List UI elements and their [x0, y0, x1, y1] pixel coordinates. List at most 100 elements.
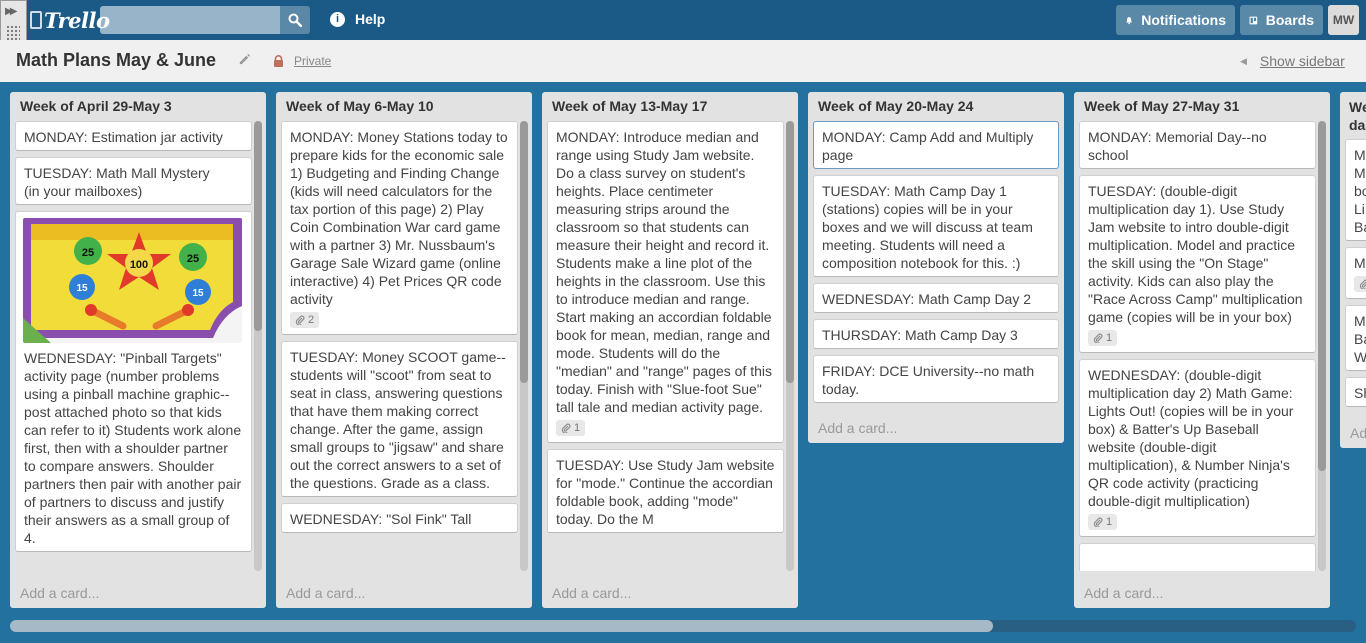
- list: Week of May 27-May 31 MONDAY: Memorial D…: [1074, 92, 1330, 608]
- add-card-link[interactable]: Add a card...: [1084, 585, 1163, 601]
- card-text: TUESDAY: Math Camp Day 1 (stations) copi…: [822, 183, 1037, 271]
- trello-logo[interactable]: Trello: [30, 5, 110, 35]
- list-card[interactable]: MONDAY: Introduce median and range using…: [547, 121, 784, 443]
- list: Week of May 6-May 10 MONDAY: Money Stati…: [276, 92, 532, 608]
- trello-logo-icon: [30, 11, 42, 29]
- list-card[interactable]: THURSDAY: Math Camp Day 3: [813, 319, 1059, 349]
- attachment-badge: 1: [1088, 330, 1118, 346]
- search-icon: [288, 13, 302, 27]
- list-scrollbar[interactable]: [520, 121, 528, 571]
- list-scrollbar[interactable]: [1318, 121, 1326, 571]
- list-title[interactable]: Week of May 20-May 24: [818, 98, 973, 114]
- list-card[interactable]: FRIDAY: DCE University--no math today.: [813, 355, 1059, 403]
- card-cover-image: 25 100 25 15 15: [23, 218, 242, 343]
- attachment-badge: 1: [1354, 276, 1366, 292]
- list-card[interactable]: TUESDAY: Money SCOOT game--students will…: [281, 341, 518, 497]
- list-card[interactable]: MONDAY: Money Stations today to prepare …: [281, 121, 518, 335]
- show-sidebar-link[interactable]: ◀ Show sidebar: [1240, 53, 1345, 69]
- list-card[interactable]: MONDAY: Memorial Day--no school: [1079, 121, 1316, 169]
- list-scrollbar-thumb[interactable]: [254, 121, 262, 331]
- card-text: MONDAY: Camp Add and Multiply page: [822, 129, 1038, 163]
- attachment-count: 1: [574, 422, 581, 434]
- list-cards: MONDAY: Money Stations today to prepare …: [281, 121, 518, 571]
- board-header: Math Plans May & June Private ◀ Show sid…: [0, 40, 1366, 82]
- attachment-count: 1: [1106, 516, 1113, 528]
- card-text: WEDNESDAY: "Sol Fink" Tall: [290, 511, 472, 527]
- double-chevron-right-icon: ▶▶: [5, 6, 18, 17]
- target-label: 15: [76, 283, 88, 294]
- list-cards: MONDAY: Introduce median and range using…: [547, 121, 784, 571]
- board-title[interactable]: Math Plans May & June: [16, 50, 216, 71]
- show-sidebar-label: Show sidebar: [1259, 53, 1345, 69]
- list-card[interactable]: WEDNESDAY: (double-digit multiplication …: [1079, 359, 1316, 537]
- triangle-left-icon: ◀: [1240, 55, 1247, 66]
- card-text: MONDAY: Estimation jar activity: [24, 129, 223, 145]
- list-card[interactable]: MONDAY: Camp Add and Multiply page: [813, 121, 1059, 169]
- list-scrollbar-thumb[interactable]: [786, 121, 794, 383]
- paperclip-icon: [1093, 333, 1103, 343]
- attachment-badge: 2: [290, 312, 320, 328]
- list-title[interactable]: We da: [1349, 98, 1366, 134]
- add-card-link[interactable]: Add a card...: [818, 420, 897, 436]
- add-card-link[interactable]: Ad: [1350, 425, 1366, 441]
- search-input[interactable]: [100, 6, 280, 34]
- boards-button[interactable]: Boards: [1240, 5, 1323, 35]
- bell-icon: [1126, 16, 1132, 24]
- avatar[interactable]: MW: [1328, 5, 1359, 35]
- list-scrollbar-thumb[interactable]: [1318, 121, 1326, 471]
- list-title[interactable]: Week of May 13-May 17: [552, 98, 707, 114]
- list-card[interactable]: WEDNESDAY: Math Camp Day 2: [813, 283, 1059, 313]
- list-card[interactable]: [1079, 543, 1316, 571]
- pencil-icon[interactable]: [238, 53, 251, 66]
- add-card-link[interactable]: Add a card...: [20, 585, 99, 601]
- top-header: Trello i Help Notifications Boards MW: [0, 0, 1366, 40]
- list-scrollbar[interactable]: [254, 121, 262, 571]
- list: Week of May 13-May 17 MONDAY: Introduce …: [542, 92, 798, 608]
- boards-label: Boards: [1265, 12, 1314, 28]
- list-card[interactable]: TUESDAY: (double-digit multiplication da…: [1079, 175, 1316, 353]
- search-button[interactable]: [280, 6, 310, 34]
- attachment-count: 1: [1106, 332, 1113, 344]
- list: We da M M bo Li Ba M 1 M Ba W Sh Ad: [1340, 92, 1366, 448]
- list-title[interactable]: Week of April 29-May 3: [20, 98, 172, 114]
- list-cards: MONDAY: Camp Add and Multiply page TUESD…: [813, 121, 1059, 411]
- card-text: M M bo Li Ba: [1354, 147, 1366, 235]
- paperclip-icon: [1359, 279, 1366, 289]
- list-cards: MONDAY: Memorial Day--no school TUESDAY:…: [1079, 121, 1316, 571]
- list-card[interactable]: M M bo Li Ba: [1345, 139, 1366, 241]
- add-card-link[interactable]: Add a card...: [286, 585, 365, 601]
- list-card[interactable]: TUESDAY: Math Mall Mystery (in your mail…: [15, 157, 252, 205]
- list-card[interactable]: WEDNESDAY: "Sol Fink" Tall: [281, 503, 518, 533]
- target-label: 15: [192, 288, 204, 299]
- card-text: TUESDAY: Math Mall Mystery (in your mail…: [24, 165, 210, 199]
- card-text: MONDAY: Introduce median and range using…: [556, 129, 776, 415]
- card-text: M Ba W: [1354, 313, 1366, 365]
- notifications-button[interactable]: Notifications: [1116, 5, 1235, 35]
- card-text: TUESDAY: Use Study Jam website for "mode…: [556, 457, 779, 527]
- drag-grip-icon: [6, 25, 20, 41]
- list: Week of April 29-May 3 MONDAY: Estimatio…: [10, 92, 266, 608]
- board-scrollbar-thumb[interactable]: [10, 620, 993, 632]
- card-text: WEDNESDAY: "Pinball Targets" activity pa…: [24, 350, 246, 546]
- list-card[interactable]: Sh: [1345, 377, 1366, 407]
- list-scrollbar[interactable]: [786, 121, 794, 571]
- pinball-targets-image: 25 100 25 15 15: [23, 218, 242, 343]
- list-card[interactable]: 25 100 25 15 15 WEDNESDAY: "Pinball Targ…: [15, 211, 252, 552]
- help-button[interactable]: i Help: [330, 11, 385, 27]
- visibility-link[interactable]: Private: [294, 54, 331, 68]
- card-text: MONDAY: Money Stations today to prepare …: [290, 129, 512, 307]
- list-card[interactable]: M Ba W: [1345, 305, 1366, 371]
- add-card-link[interactable]: Add a card...: [552, 585, 631, 601]
- target-label: 100: [130, 259, 148, 271]
- card-text: THURSDAY: Math Camp Day 3: [822, 327, 1018, 343]
- board-horizontal-scrollbar[interactable]: [10, 620, 1356, 632]
- list-card[interactable]: TUESDAY: Math Camp Day 1 (stations) copi…: [813, 175, 1059, 277]
- list-scrollbar-thumb[interactable]: [520, 121, 528, 383]
- target-label: 25: [82, 247, 94, 259]
- list-title[interactable]: Week of May 27-May 31: [1084, 98, 1239, 114]
- list-card[interactable]: TUESDAY: Use Study Jam website for "mode…: [547, 449, 784, 533]
- list-card[interactable]: MONDAY: Estimation jar activity: [15, 121, 252, 151]
- info-icon: i: [330, 11, 345, 27]
- list-title[interactable]: Week of May 6-May 10: [286, 98, 434, 114]
- list-card[interactable]: M 1: [1345, 247, 1366, 299]
